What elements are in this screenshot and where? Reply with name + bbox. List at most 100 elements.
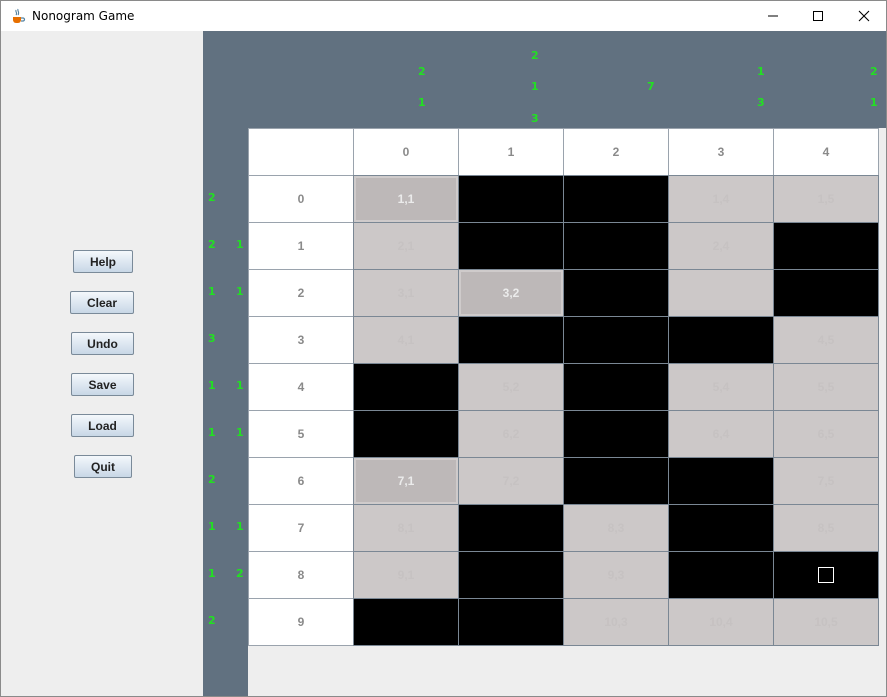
column-clue: 1 — [418, 96, 426, 109]
grid-cell[interactable]: 8,1 — [353, 504, 459, 552]
clear-button[interactable]: Clear — [70, 291, 134, 314]
grid-cell[interactable]: 2,4 — [668, 222, 774, 270]
maximize-button[interactable] — [795, 1, 841, 31]
column-clue: 7 — [647, 80, 655, 93]
grid-cell[interactable] — [353, 410, 459, 458]
grid-cell[interactable] — [668, 551, 774, 599]
column-header: 0 — [353, 128, 459, 176]
undo-button[interactable]: Undo — [71, 332, 134, 355]
grid-cell[interactable]: 10,5 — [773, 598, 879, 646]
grid-cell[interactable] — [353, 363, 459, 411]
cell-label: 1,1 — [397, 192, 415, 206]
grid-cell[interactable]: 7,1 — [353, 457, 459, 505]
grid-cell[interactable] — [458, 551, 564, 599]
grid-cell[interactable]: 5,5 — [773, 363, 879, 411]
row-clue: 1 — [236, 426, 244, 439]
grid-cell[interactable]: 10,3 — [563, 598, 669, 646]
row-clue: 3 — [208, 332, 216, 345]
cell-label: 10,5 — [814, 615, 838, 629]
cell-label: 7,1 — [397, 474, 415, 488]
grid-cell[interactable]: 3,2 — [458, 269, 564, 317]
cell-label: 4,5 — [817, 333, 835, 347]
column-clue: 1 — [870, 96, 878, 109]
row-clue-panel — [203, 128, 248, 696]
column-header: 4 — [773, 128, 879, 176]
grid-cell[interactable]: 3,1 — [353, 269, 459, 317]
grid-cell[interactable] — [668, 269, 774, 317]
column-header: 3 — [668, 128, 774, 176]
grid-cell[interactable] — [353, 598, 459, 646]
grid-cell[interactable] — [563, 363, 669, 411]
grid-cell[interactable]: 4,5 — [773, 316, 879, 364]
cell-label: 8,3 — [607, 521, 625, 535]
grid-cell[interactable]: 8,5 — [773, 504, 879, 552]
grid-cell[interactable] — [773, 269, 879, 317]
row-clue: 1 — [208, 567, 216, 580]
grid-cell[interactable]: 10,4 — [668, 598, 774, 646]
title-bar: Nonogram Game — [1, 1, 886, 31]
grid-cell[interactable]: 6,4 — [668, 410, 774, 458]
grid-cell[interactable] — [458, 598, 564, 646]
row-header: 0 — [248, 175, 354, 223]
column-header: 2 — [563, 128, 669, 176]
row-clue: 2 — [208, 238, 216, 251]
grid-cell[interactable]: 6,5 — [773, 410, 879, 458]
grid-cell[interactable] — [458, 316, 564, 364]
cell-label: 3,2 — [502, 286, 520, 300]
row-header: 3 — [248, 316, 354, 364]
grid-cell[interactable]: 9,1 — [353, 551, 459, 599]
grid-cell[interactable]: 6,2 — [458, 410, 564, 458]
row-header: 4 — [248, 363, 354, 411]
grid-cell[interactable]: 8,3 — [563, 504, 669, 552]
window-title: Nonogram Game — [32, 9, 135, 23]
grid-cell[interactable]: 7,2 — [458, 457, 564, 505]
row-clue: 1 — [236, 285, 244, 298]
column-clue-panel — [203, 31, 886, 128]
minimize-button[interactable] — [750, 1, 796, 31]
column-header: 1 — [458, 128, 564, 176]
cell-label: 10,4 — [709, 615, 733, 629]
grid-cell[interactable] — [563, 222, 669, 270]
grid-cell[interactable] — [773, 222, 879, 270]
cell-label: 10,3 — [604, 615, 628, 629]
row-clue: 1 — [208, 285, 216, 298]
cell-label: 4,1 — [397, 333, 415, 347]
grid-cell[interactable] — [563, 269, 669, 317]
grid-cell[interactable]: 1,5 — [773, 175, 879, 223]
grid-cell[interactable] — [668, 316, 774, 364]
cell-label: 5,5 — [817, 380, 835, 394]
minimize-icon — [768, 15, 778, 17]
grid-cell[interactable]: 5,4 — [668, 363, 774, 411]
help-button[interactable]: Help — [73, 250, 133, 273]
grid-cell[interactable] — [458, 175, 564, 223]
load-button[interactable]: Load — [71, 414, 134, 437]
grid-cell[interactable]: 1,4 — [668, 175, 774, 223]
grid-cell[interactable]: 2,1 — [353, 222, 459, 270]
row-header: 1 — [248, 222, 354, 270]
grid-cell[interactable]: 4,1 — [353, 316, 459, 364]
row-clue: 1 — [208, 426, 216, 439]
grid-cell[interactable]: 7,5 — [773, 457, 879, 505]
cell-label: 8,5 — [817, 521, 835, 535]
cell-label: 7,2 — [502, 474, 520, 488]
grid-cell[interactable] — [668, 457, 774, 505]
close-icon — [858, 10, 870, 22]
grid-cell[interactable] — [563, 410, 669, 458]
quit-button[interactable]: Quit — [74, 455, 132, 478]
control-panel: Help Clear Undo Save Load Quit — [1, 31, 202, 696]
row-clue: 1 — [236, 379, 244, 392]
grid-cell[interactable] — [563, 316, 669, 364]
grid-cell[interactable] — [458, 504, 564, 552]
grid-cell[interactable]: 9,3 — [563, 551, 669, 599]
grid-corner-cell — [248, 128, 354, 176]
close-button[interactable] — [841, 1, 886, 31]
grid-cell[interactable] — [563, 457, 669, 505]
grid-cell[interactable] — [563, 175, 669, 223]
cell-label: 9,3 — [607, 568, 625, 582]
grid-cell[interactable] — [668, 504, 774, 552]
grid-cell[interactable]: 5,2 — [458, 363, 564, 411]
grid-cell[interactable]: 1,1 — [353, 175, 459, 223]
grid-cell[interactable] — [458, 222, 564, 270]
grid-cell[interactable] — [773, 551, 879, 599]
save-button[interactable]: Save — [71, 373, 134, 396]
